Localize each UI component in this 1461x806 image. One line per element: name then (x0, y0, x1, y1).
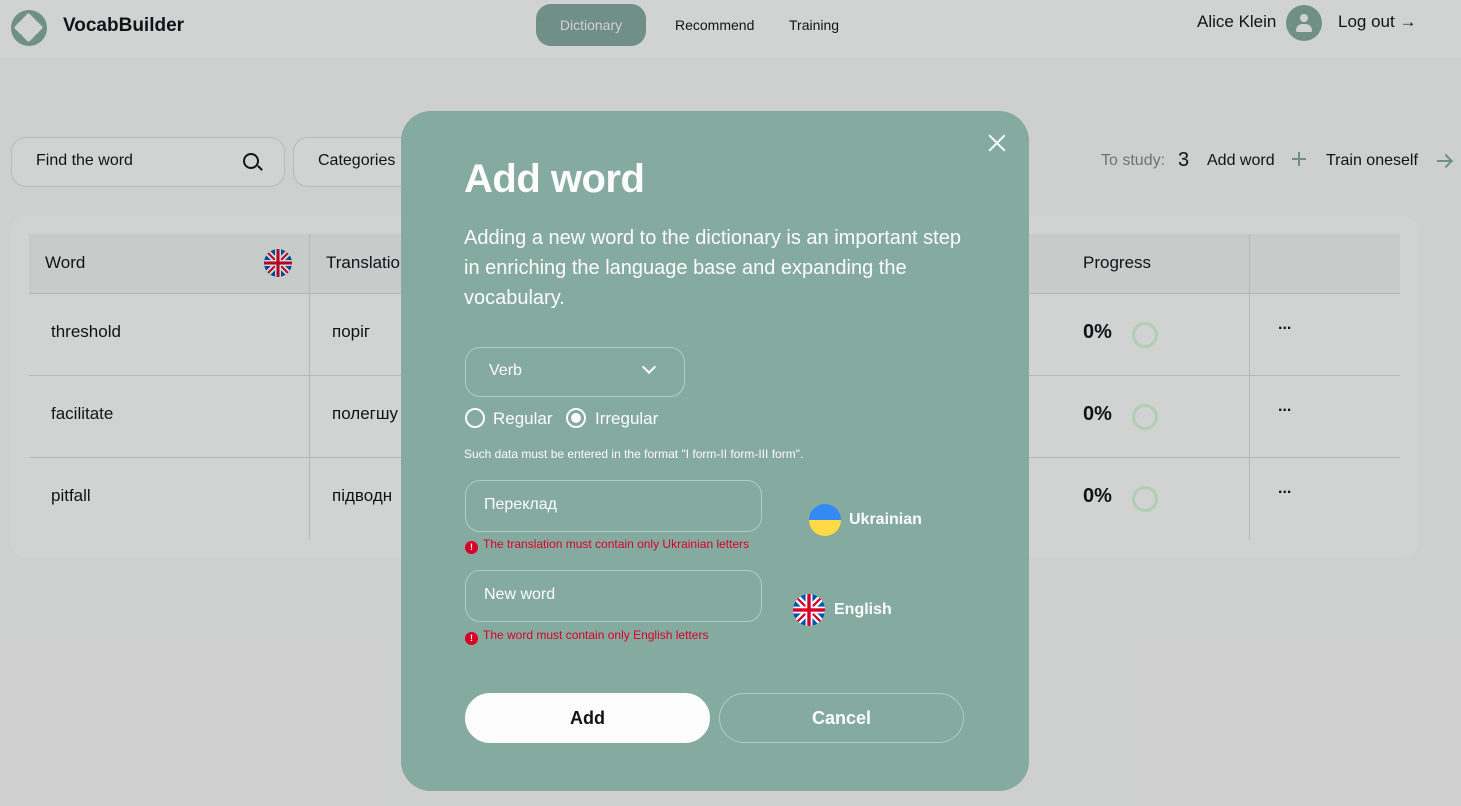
word-language: English (834, 601, 892, 618)
radio-regular[interactable] (465, 408, 485, 428)
translation-language: Ukrainian (849, 511, 922, 528)
cancel-button[interactable]: Cancel (719, 693, 964, 743)
close-icon[interactable] (985, 131, 1009, 155)
translation-placeholder: Переклад (484, 496, 557, 513)
radio-irregular[interactable] (566, 408, 586, 428)
format-hint: Such data must be entered in the format … (464, 447, 804, 461)
word-error: ! The word must contain only English lett… (465, 628, 708, 645)
uk-flag-icon (793, 594, 825, 626)
chevron-down-icon (641, 359, 657, 375)
category-select[interactable]: Verb (465, 347, 685, 397)
translation-input[interactable]: Переклад (465, 480, 762, 532)
modal-description: Adding a new word to the dictionary is a… (464, 227, 961, 309)
translation-error: ! The translation must contain only Ukrai… (465, 537, 749, 554)
category-value: Verb (489, 362, 522, 379)
add-button[interactable]: Add (465, 693, 710, 743)
radio-irregular-label[interactable]: Irregular (595, 409, 658, 429)
radio-regular-label[interactable]: Regular (493, 409, 553, 429)
word-error-text: The word must contain only English lette… (483, 628, 709, 642)
word-input[interactable]: New word (465, 570, 762, 622)
translation-error-text: The translation must contain only Ukrain… (483, 537, 750, 551)
add-word-modal: Add word Adding a new word to the dictio… (401, 111, 1029, 791)
modal-title: Add word (464, 157, 645, 201)
error-icon: ! (465, 541, 478, 554)
error-icon: ! (465, 632, 478, 645)
ua-flag-icon (809, 504, 841, 536)
word-placeholder: New word (484, 586, 556, 603)
